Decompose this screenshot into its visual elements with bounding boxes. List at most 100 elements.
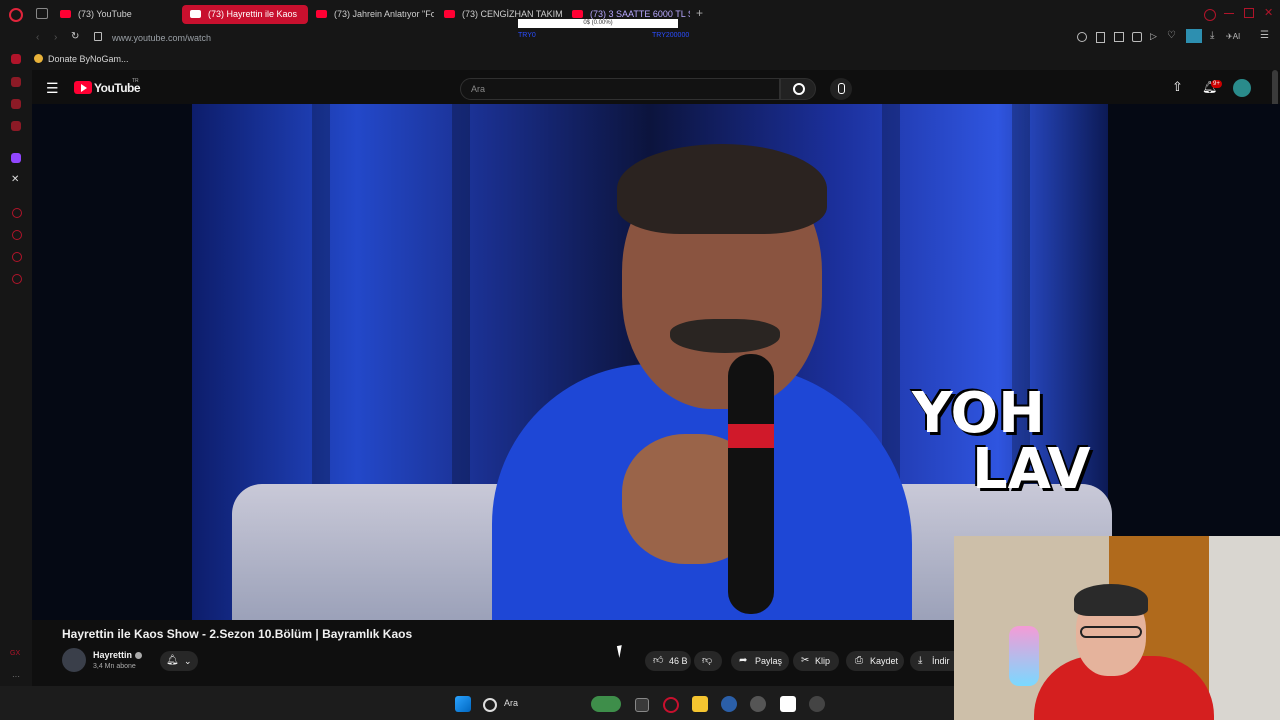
player-icon[interactable] — [12, 208, 22, 218]
gx-icon[interactable]: GX — [10, 650, 22, 660]
mouse-cursor-icon — [616, 644, 630, 658]
download-icon[interactable]: ⤓ — [1210, 30, 1214, 42]
account-avatar[interactable] — [1233, 79, 1251, 97]
settings-icon[interactable] — [12, 274, 22, 284]
opera-gx-taskbar-icon[interactable] — [663, 697, 679, 713]
windows-start-icon[interactable] — [455, 696, 471, 712]
region-label: TR — [132, 78, 139, 84]
pinboard-icon[interactable] — [12, 252, 22, 262]
webcam-microphone — [1009, 626, 1039, 686]
task-view-icon[interactable] — [635, 698, 649, 712]
address-bar: ‹ › ↻ www.youtube.com/watch TRY0 TRY2000… — [32, 28, 1280, 48]
youtube-header: ☰ YouTube TR Ara ⇧ 🔔︎ 9+ — [32, 70, 1280, 106]
new-tab-button[interactable]: + — [696, 6, 703, 20]
url-field[interactable]: www.youtube.com/watch — [112, 30, 211, 46]
play-extension-icon[interactable]: ▷ — [1150, 30, 1157, 42]
tab-menu-icon[interactable] — [36, 8, 48, 19]
maximize-icon[interactable] — [1244, 8, 1254, 18]
download-label: İndir — [932, 656, 950, 666]
save-button[interactable]: ⎙ Kaydet — [846, 651, 904, 671]
channel-avatar[interactable] — [62, 648, 86, 672]
bell-icon: 🔔︎ — [166, 655, 179, 666]
bookmarks-bar: Donate ByNoGam... — [32, 48, 1280, 70]
share-label: Paylaş — [755, 656, 783, 666]
lock-icon — [94, 32, 102, 41]
verified-icon — [135, 652, 142, 659]
search-button[interactable] — [780, 78, 816, 100]
overlay-line-2: LAV — [972, 437, 1091, 502]
bookmark-donate[interactable]: Donate ByNoGam... — [48, 52, 129, 66]
voice-search-button[interactable] — [830, 78, 852, 100]
widgets-icon[interactable] — [591, 696, 621, 712]
opera-sidebar: ✕ GX ··· — [0, 0, 32, 720]
file-explorer-icon[interactable] — [692, 696, 708, 712]
webcam-closet — [1209, 536, 1280, 720]
youtube-favicon-icon — [444, 10, 455, 18]
ticker-right-label: TRY200000 — [652, 32, 690, 39]
tab-label: (73) Jahrein Anlatıyor "Fo — [334, 9, 434, 19]
youtube-logo-icon[interactable] — [74, 81, 92, 94]
taskbar-search-label[interactable]: Ara — [504, 698, 518, 708]
microphone-shape — [728, 354, 774, 614]
history-icon[interactable] — [12, 230, 22, 240]
ticker-overlay: 0$ (0.00%) — [518, 19, 678, 28]
game-app-icon[interactable] — [780, 696, 796, 712]
workspaces-icon[interactable] — [11, 77, 21, 87]
notification-badge: 9+ — [1211, 80, 1222, 88]
channel-name[interactable]: Hayrettin — [93, 650, 132, 660]
app-icon[interactable] — [750, 696, 766, 712]
webcam-overlay — [954, 536, 1280, 720]
subscriber-count: 3,4 Mn abone — [93, 663, 136, 670]
tab-label: (73) CENGİZHAN TAKIM I — [462, 9, 562, 19]
like-count: 46 B — [669, 656, 688, 666]
zoom-icon[interactable] — [1077, 32, 1087, 42]
youtube-favicon-icon — [316, 10, 327, 18]
download-button[interactable]: ⤓ İndir — [910, 651, 954, 671]
clip-button[interactable]: ✂ Klip — [793, 651, 839, 671]
upload-icon[interactable]: ⇧ — [1172, 79, 1183, 95]
tab-hayrettin[interactable]: (73) Hayrettin ile Kaos — [182, 5, 308, 24]
heart-icon[interactable]: ♡ — [1167, 30, 1176, 42]
extension-wave-icon[interactable] — [1186, 29, 1202, 43]
taskbar-search-icon[interactable] — [483, 698, 497, 712]
media-player-icon[interactable] — [809, 696, 825, 712]
minimize-icon[interactable] — [1224, 13, 1234, 14]
more-icon[interactable]: ··· — [12, 672, 22, 682]
x-twitter-icon[interactable]: ✕ — [11, 175, 21, 185]
close-window-icon[interactable]: ✕ — [1264, 6, 1273, 20]
messenger-icon[interactable] — [11, 99, 21, 109]
steam-icon[interactable] — [721, 696, 737, 712]
ticker-left-label: TRY0 — [518, 32, 536, 39]
share-button[interactable]: ➦ Paylaş — [731, 651, 789, 671]
tab-jahrein[interactable]: (73) Jahrein Anlatıyor "Fo — [308, 5, 434, 24]
opera-logo-icon[interactable] — [9, 8, 23, 22]
youtube-favicon-icon — [60, 10, 71, 18]
whatsapp-icon[interactable] — [11, 121, 21, 131]
twitch-icon[interactable] — [11, 153, 21, 163]
overlay-line-1: YOH — [912, 381, 1046, 446]
menu-icon[interactable]: ☰ — [1260, 30, 1269, 42]
snapshot-icon[interactable] — [1114, 32, 1124, 42]
back-icon[interactable]: ‹ — [36, 32, 39, 44]
scissors-icon: ✂ — [801, 655, 810, 666]
search-tabs-icon[interactable] — [1204, 9, 1216, 21]
like-button[interactable]: 👍︎ 46 B — [645, 651, 691, 671]
aria-ai-icon[interactable]: ✈AI — [1226, 31, 1240, 43]
adblock-icon[interactable] — [1132, 32, 1142, 42]
tab-youtube[interactable]: (73) YouTube — [52, 5, 170, 24]
dislike-button[interactable]: 👎︎ — [694, 651, 722, 671]
person-mustache — [670, 319, 780, 353]
forward-icon[interactable]: › — [54, 32, 57, 44]
thumbs-up-icon: 👍︎ — [653, 655, 664, 666]
search-icon — [793, 83, 805, 95]
thumbs-down-icon: 👎︎ — [702, 655, 713, 666]
search-input[interactable]: Ara — [460, 78, 780, 100]
save-label: Kaydet — [870, 656, 899, 666]
bookmark-icon: ⎙ — [855, 655, 863, 666]
aria-icon[interactable] — [11, 54, 21, 64]
subscribe-bell-button[interactable]: 🔔︎ ⌄ — [160, 651, 198, 671]
extension-pin-icon[interactable] — [1096, 32, 1105, 43]
reload-icon[interactable]: ↻ — [71, 31, 79, 43]
download-arrow-icon: ⤓ — [918, 655, 923, 666]
hamburger-menu-icon[interactable]: ☰ — [46, 80, 59, 96]
